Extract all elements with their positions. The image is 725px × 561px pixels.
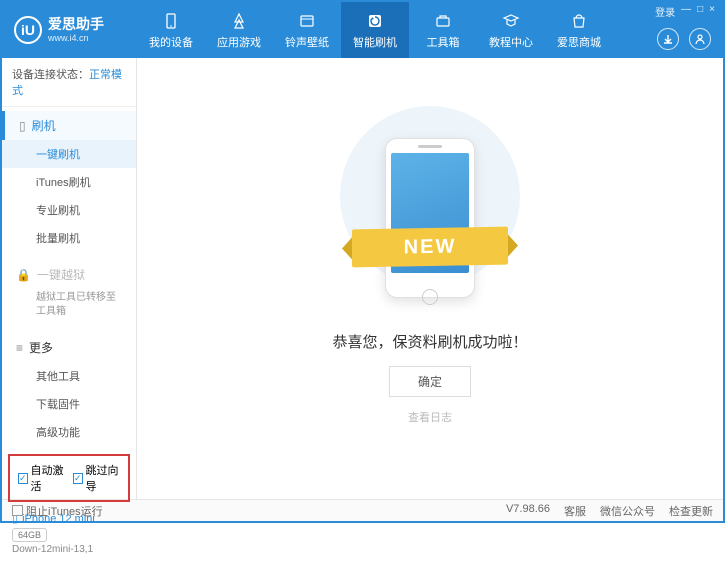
nav-ringtone[interactable]: 铃声壁纸 xyxy=(273,2,341,58)
checkbox-unchecked-icon xyxy=(12,505,23,516)
new-banner: NEW xyxy=(352,226,508,267)
nav-label: 铃声壁纸 xyxy=(285,34,329,50)
auto-activate-checkbox[interactable]: ✓ 自动激活 xyxy=(18,462,65,494)
sidebar-item-other-tools[interactable]: 其他工具 xyxy=(2,362,136,390)
storage-badge: 64GB xyxy=(12,528,47,542)
phone-illustration: NEW xyxy=(360,133,500,313)
ringtone-icon xyxy=(297,11,317,31)
checkbox-checked-icon: ✓ xyxy=(18,473,28,484)
main-nav: 我的设备 应用游戏 铃声壁纸 智能刷机 工具箱 教程中心 爱思商城 xyxy=(137,2,613,58)
lock-icon: 🔒 xyxy=(16,268,31,282)
check-update-link[interactable]: 检查更新 xyxy=(669,503,713,519)
wechat-link[interactable]: 微信公众号 xyxy=(600,503,655,519)
nav-label: 工具箱 xyxy=(427,34,460,50)
nav-apps[interactable]: 应用游戏 xyxy=(205,2,273,58)
sidebar: 设备连接状态：正常模式 ▯ 刷机 一键刷机 iTunes刷机 专业刷机 批量刷机… xyxy=(2,58,137,499)
window-controls: 登录 — □ × xyxy=(655,4,715,19)
header-actions xyxy=(657,28,711,50)
download-icon[interactable] xyxy=(657,28,679,50)
view-log-link[interactable]: 查看日志 xyxy=(408,409,452,425)
toolbox-icon xyxy=(433,11,453,31)
device-model: Down-12mini-13,1 xyxy=(12,544,126,555)
sidebar-item-download-firmware[interactable]: 下载固件 xyxy=(2,390,136,418)
device-icon xyxy=(161,11,181,31)
connection-status: 设备连接状态：正常模式 xyxy=(2,58,136,107)
options-highlighted-row: ✓ 自动激活 ✓ 跳过向导 xyxy=(8,454,130,502)
block-itunes-checkbox[interactable]: 阻止iTunes运行 xyxy=(12,503,103,519)
nav-label: 我的设备 xyxy=(149,34,193,50)
store-icon xyxy=(569,11,589,31)
sidebar-item-advanced[interactable]: 高级功能 xyxy=(2,418,136,446)
nav-toolbox[interactable]: 工具箱 xyxy=(409,2,477,58)
phone-icon: ▯ xyxy=(19,119,26,133)
checkbox-checked-icon: ✓ xyxy=(73,473,83,484)
logo-icon: iU xyxy=(14,16,42,44)
support-link[interactable]: 客服 xyxy=(564,503,586,519)
sidebar-section-jailbreak[interactable]: 🔒 一键越狱 xyxy=(2,260,136,289)
app-title: 爱思助手 xyxy=(48,16,104,33)
success-message: 恭喜您，保资料刷机成功啦！ xyxy=(332,331,527,352)
maximize-button[interactable]: □ xyxy=(697,4,703,19)
nav-label: 应用游戏 xyxy=(217,34,261,50)
menu-icon: ≡ xyxy=(16,341,23,355)
jailbreak-note: 越狱工具已转移至 工具箱 xyxy=(2,289,136,325)
sidebar-section-flash[interactable]: ▯ 刷机 xyxy=(2,111,136,140)
sidebar-section-more[interactable]: ≡ 更多 xyxy=(2,333,136,362)
nav-label: 爱思商城 xyxy=(557,34,601,50)
nav-store[interactable]: 爱思商城 xyxy=(545,2,613,58)
tutorial-icon xyxy=(501,11,521,31)
logo-area: iU 爱思助手 www.i4.cn xyxy=(2,16,137,44)
sidebar-item-pro-flash[interactable]: 专业刷机 xyxy=(2,196,136,224)
apps-icon xyxy=(229,11,249,31)
confirm-button[interactable]: 确定 xyxy=(389,366,471,397)
main-content: NEW 恭喜您，保资料刷机成功啦！ 确定 查看日志 xyxy=(137,58,723,499)
minimize-button[interactable]: — xyxy=(681,4,691,19)
app-header: iU 爱思助手 www.i4.cn 我的设备 应用游戏 铃声壁纸 智能刷机 工具… xyxy=(2,2,723,58)
nav-tutorial[interactable]: 教程中心 xyxy=(477,2,545,58)
nav-label: 智能刷机 xyxy=(353,34,397,50)
version-label: V7.98.66 xyxy=(506,503,550,519)
nav-label: 教程中心 xyxy=(489,34,533,50)
app-url: www.i4.cn xyxy=(48,33,104,44)
user-icon[interactable] xyxy=(689,28,711,50)
sidebar-item-itunes-flash[interactable]: iTunes刷机 xyxy=(2,168,136,196)
close-button[interactable]: × xyxy=(709,4,715,19)
login-link[interactable]: 登录 xyxy=(655,4,675,19)
sidebar-item-oneclick-flash[interactable]: 一键刷机 xyxy=(2,140,136,168)
flash-icon xyxy=(365,11,385,31)
nav-flash[interactable]: 智能刷机 xyxy=(341,2,409,58)
nav-my-device[interactable]: 我的设备 xyxy=(137,2,205,58)
skip-wizard-checkbox[interactable]: ✓ 跳过向导 xyxy=(73,462,120,494)
sidebar-item-batch-flash[interactable]: 批量刷机 xyxy=(2,224,136,252)
